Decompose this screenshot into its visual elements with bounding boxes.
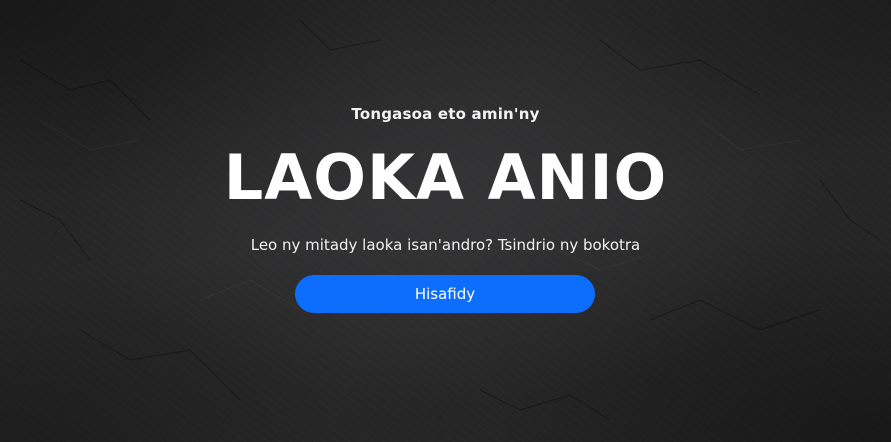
choose-button[interactable]: Hisafidy	[295, 275, 595, 313]
subtitle-text: Leo ny mitady laoka isan'andro? Tsindrio…	[250, 236, 641, 254]
hero-content: Tongasoa eto amin'ny LAOKA ANIO Leo ny m…	[0, 0, 891, 442]
hero-section: Tongasoa eto amin'ny LAOKA ANIO Leo ny m…	[0, 0, 891, 442]
greeting-text: Tongasoa eto amin'ny	[351, 105, 540, 123]
page-title: LAOKA ANIO	[223, 141, 668, 214]
